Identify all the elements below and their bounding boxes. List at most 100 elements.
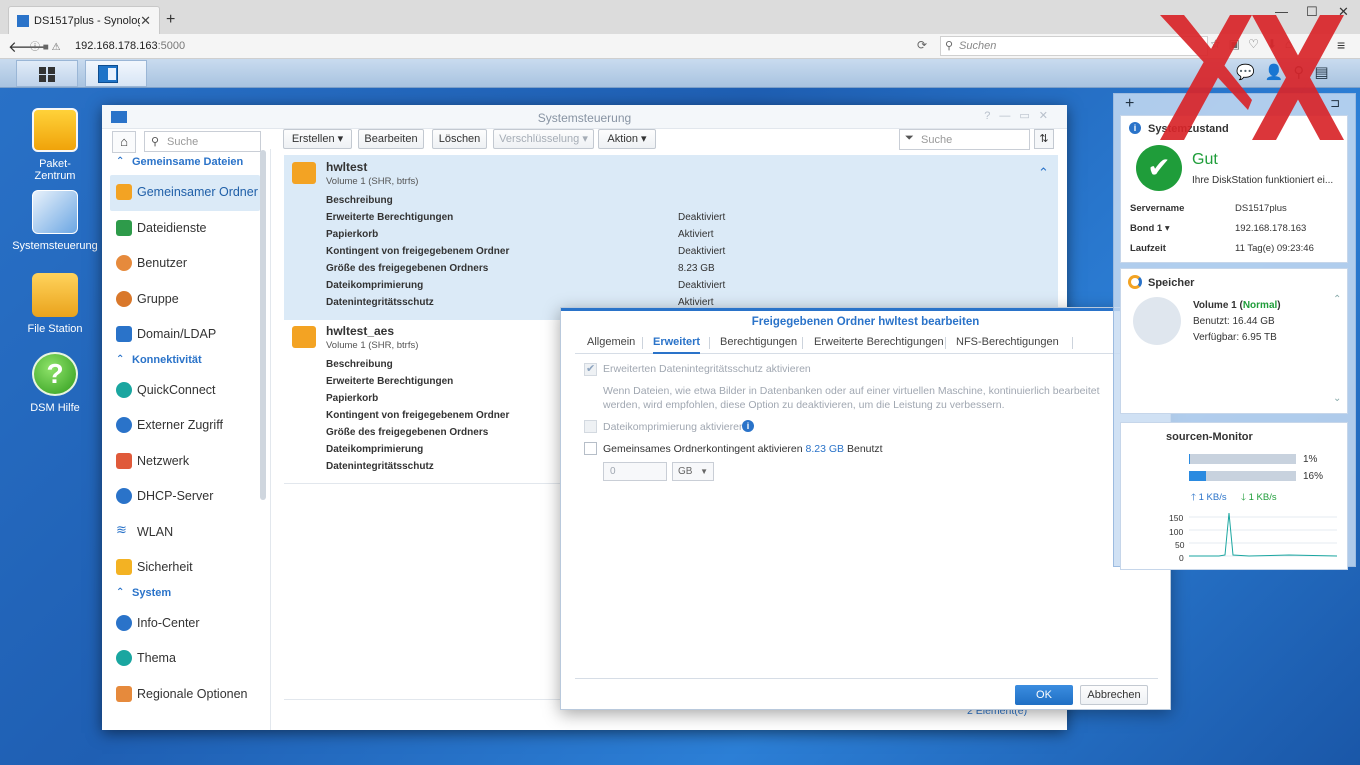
sidebar-item-network[interactable]: Netzwerk xyxy=(110,444,260,480)
window-titlebar[interactable]: Systemsteuerung ?—▭✕ xyxy=(102,105,1067,129)
compression-checkbox[interactable] xyxy=(584,420,597,433)
integrity-checkbox[interactable] xyxy=(584,362,597,376)
folder-detail-label: Kontingent von freigegebenem Ordner xyxy=(326,410,510,421)
cancel-button[interactable]: Abbrechen xyxy=(1080,685,1148,705)
ok-button[interactable]: OK xyxy=(1015,685,1073,705)
action-button[interactable]: Aktion ▾ xyxy=(598,129,656,149)
quota-checkbox[interactable] xyxy=(584,442,597,455)
sidebar-item-label: DHCP-Server xyxy=(137,489,214,503)
sidebar-item-wlan[interactable]: ≋ WLAN xyxy=(110,515,260,551)
sidebar-scrollbar[interactable] xyxy=(260,150,266,500)
health-message: Ihre DiskStation funktioniert ei... xyxy=(1192,175,1334,186)
desktop-icon-package-center[interactable]: Paket- Zentrum xyxy=(5,108,105,182)
quota-size-input[interactable]: 0 xyxy=(603,462,667,481)
sidebar-item-label: Domain/LDAP xyxy=(137,327,217,341)
integrity-description: Wenn Dateien, wie etwa Bilder in Datenba… xyxy=(603,385,1100,411)
volume-name: Volume 1 (Normal) xyxy=(1193,300,1281,311)
sidebar-item-external-access[interactable]: Externer Zugriff xyxy=(110,408,260,444)
sidebar-section-shared-files[interactable]: ⌃ Gemeinsame Dateien xyxy=(110,155,260,175)
storage-usage-ring xyxy=(1133,297,1181,345)
tab-advanced[interactable]: Erweitert xyxy=(653,336,701,354)
search-icon: ⚲ xyxy=(151,136,160,148)
package-center-icon xyxy=(32,108,78,152)
tab-permissions[interactable]: Berechtigungen xyxy=(720,336,797,348)
taskbar-control-panel-button[interactable] xyxy=(85,60,147,87)
shield-icon xyxy=(116,559,132,575)
file-station-icon xyxy=(32,273,78,317)
chevron-up-icon[interactable]: ⌃ xyxy=(1038,165,1049,181)
site-info-icon[interactable]: ⓘ ■ ⚠ xyxy=(30,38,61,53)
sidebar-item-file-services[interactable]: Dateidienste xyxy=(110,211,260,247)
home-icon[interactable]: ⌂ xyxy=(112,131,136,153)
compression-label: Dateikomprimierung aktivieren xyxy=(603,421,745,433)
bond-label[interactable]: Bond 1 ▾ xyxy=(1130,223,1170,234)
create-button[interactable]: Erstellen ▾ xyxy=(283,129,352,149)
sidebar-item-domain-ldap[interactable]: Domain/LDAP xyxy=(110,317,260,353)
sort-icon[interactable]: ⇅ xyxy=(1034,129,1054,149)
chevron-down-icon[interactable]: ⌄ xyxy=(1333,393,1341,404)
sidebar-item-info-center[interactable]: Info-Center xyxy=(110,606,260,642)
desktop-icon-label: File Station xyxy=(27,323,83,335)
sidebar-item-theme[interactable]: Thema xyxy=(110,641,260,677)
folder-search-input[interactable]: ⏷ Suche xyxy=(899,129,1030,150)
desktop-icon-file-station[interactable]: File Station xyxy=(5,273,105,335)
folder-name: hwltest xyxy=(326,160,368,174)
sidebar-item-label: Regionale Optionen xyxy=(137,686,248,701)
sidebar-item-quickconnect[interactable]: QuickConnect xyxy=(110,373,260,409)
encryption-button[interactable]: Verschlüsselung ▾ xyxy=(493,129,594,149)
widget-title: Speicher xyxy=(1148,277,1195,289)
desktop-icon-dsm-help[interactable]: ? DSM Hilfe xyxy=(5,352,105,414)
sidebar-item-dhcp-server[interactable]: DHCP-Server xyxy=(110,479,260,515)
sidebar-search-input[interactable]: ⚲ Suche xyxy=(144,131,261,152)
chevron-up-icon[interactable]: ⌃ xyxy=(1333,294,1341,305)
uptime-label: Laufzeit xyxy=(1130,243,1166,254)
quota-used-value: 8.23 GB xyxy=(805,443,845,455)
desktop-icon-label: DSM Hilfe xyxy=(30,402,80,414)
volume-used: Benutzt: 16.44 GB xyxy=(1193,316,1275,327)
sidebar-item-label: Thema xyxy=(137,651,176,665)
add-widget-icon[interactable]: + xyxy=(1125,95,1134,113)
shared-folder-icon xyxy=(292,162,316,184)
sidebar-section-system[interactable]: ⌃ System xyxy=(110,586,260,606)
desktop-icon-control-panel[interactable]: Systemsteuerung xyxy=(5,190,105,252)
tab-nfs-permissions[interactable]: NFS-Berechtigungen xyxy=(956,336,1059,348)
chevron-up-icon: ⌃ xyxy=(116,586,125,598)
info-icon[interactable]: i xyxy=(742,420,754,432)
edit-shared-folder-dialog: Freigegebenen Ordner hwltest bearbeiten … xyxy=(560,307,1171,710)
edit-button[interactable]: Bearbeiten xyxy=(358,129,424,149)
sidebar-item-user[interactable]: Benutzer xyxy=(110,246,260,282)
y-tick: 100 xyxy=(1169,527,1184,537)
wifi-icon: ≋ xyxy=(116,521,127,537)
quota-unit-select[interactable]: GB ▼ xyxy=(672,462,714,481)
sidebar-item-shared-folder[interactable]: Gemeinsamer Ordner xyxy=(110,175,260,211)
folder-detail-label: Größe des freigegebenen Ordners xyxy=(326,263,489,274)
section-title: System xyxy=(132,586,172,599)
reload-icon[interactable]: ⟳ xyxy=(917,38,927,52)
tab-advanced-permissions[interactable]: Erweiterte Berechtigungen xyxy=(814,336,944,348)
browser-tab[interactable]: DS1517plus - Synology Disk ✕ xyxy=(8,6,160,34)
delete-button[interactable]: Löschen xyxy=(432,129,487,149)
folder-detail-label: Dateikomprimierung xyxy=(326,280,424,291)
file-services-icon xyxy=(116,219,132,236)
health-status: Gut xyxy=(1192,151,1218,168)
cpu-usage-value: 1% xyxy=(1303,454,1318,465)
help-icon: ? xyxy=(32,352,78,396)
window-controls[interactable]: ?—▭✕ xyxy=(984,109,1057,122)
watermark-logo xyxy=(1160,15,1344,140)
sidebar-item-regional-options[interactable]: Regionale Optionen xyxy=(110,677,260,713)
main-menu-button[interactable] xyxy=(16,60,78,87)
address-bar[interactable]: 192.168.178.163:5000 xyxy=(75,40,185,52)
close-tab-icon[interactable]: ✕ xyxy=(140,13,151,29)
ram-usage-fill xyxy=(1189,471,1207,481)
y-tick: 0 xyxy=(1179,553,1184,563)
search-icon: ⚲ xyxy=(945,40,954,52)
new-tab-button[interactable]: + xyxy=(166,11,175,29)
folder-detail-label: Kontingent von freigegebenem Ordner xyxy=(326,246,510,257)
sidebar-item-group[interactable]: Gruppe xyxy=(110,282,260,318)
tab-general[interactable]: Allgemein xyxy=(587,336,635,348)
dialog-tabs: Allgemein Erweitert Berechtigungen Erwei… xyxy=(575,332,1158,354)
sidebar-item-security[interactable]: Sicherheit xyxy=(110,550,260,586)
folder-volume: Volume 1 (SHR, btrfs) xyxy=(326,340,419,351)
storage-widget: Speicher Volume 1 (Normal) Benutzt: 16.4… xyxy=(1120,268,1348,414)
sidebar-section-connectivity[interactable]: ⌃ Konnektivität xyxy=(110,353,260,373)
